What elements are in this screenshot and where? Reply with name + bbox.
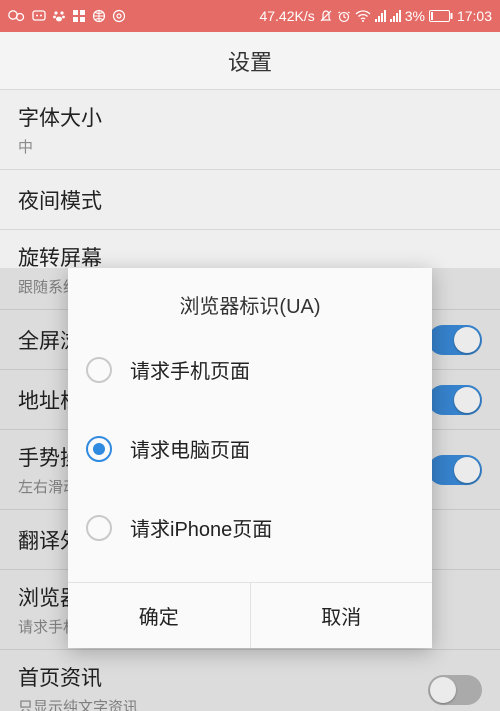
signal-1-icon xyxy=(375,10,386,22)
dialog-title: 浏览器标识(UA) xyxy=(68,268,432,345)
option-label: 请求电脑页面 xyxy=(130,434,250,463)
clock: 17:03 xyxy=(457,8,492,24)
mute-icon xyxy=(319,9,333,23)
message-icon xyxy=(32,9,46,23)
row-night-mode[interactable]: 夜间模式 xyxy=(0,170,500,230)
paw-icon xyxy=(52,9,66,23)
dialog-buttons: 确定 取消 xyxy=(68,582,432,648)
option-mobile[interactable]: 请求手机页面 xyxy=(68,345,432,424)
battery-pct: 3% xyxy=(405,8,425,24)
status-left xyxy=(8,9,126,23)
cancel-button[interactable]: 取消 xyxy=(250,583,433,648)
signal-2-icon xyxy=(390,10,401,22)
row-font-size[interactable]: 字体大小中 xyxy=(0,90,500,170)
battery-icon xyxy=(429,10,453,22)
ua-dialog: 浏览器标识(UA) 请求手机页面 请求电脑页面 请求iPhone页面 确定 取消 xyxy=(68,268,432,648)
row-title: 字体大小 xyxy=(18,102,102,132)
wechat-icon xyxy=(8,9,26,23)
net-speed: 47.42K/s xyxy=(259,8,314,24)
option-label: 请求手机页面 xyxy=(130,355,250,384)
option-desktop[interactable]: 请求电脑页面 xyxy=(68,424,432,503)
status-bar: 47.42K/s 3% 17:03 xyxy=(0,0,500,32)
dialog-options: 请求手机页面 请求电脑页面 请求iPhone页面 xyxy=(68,345,432,582)
page-header: 设置 xyxy=(0,32,500,90)
ok-button[interactable]: 确定 xyxy=(68,583,250,648)
option-iphone[interactable]: 请求iPhone页面 xyxy=(68,503,432,582)
radio-icon xyxy=(86,357,112,383)
alarm-icon xyxy=(337,9,351,23)
globe-icon xyxy=(92,9,106,23)
wifi-icon xyxy=(355,9,371,23)
status-right: 47.42K/s 3% 17:03 xyxy=(259,8,492,24)
grid-icon xyxy=(72,9,86,23)
row-sub: 中 xyxy=(18,136,102,157)
radio-icon xyxy=(86,515,112,541)
radio-icon xyxy=(86,436,112,462)
target-icon xyxy=(112,9,126,23)
row-title: 夜间模式 xyxy=(18,185,102,215)
option-label: 请求iPhone页面 xyxy=(130,513,272,542)
page-title: 设置 xyxy=(228,45,272,77)
